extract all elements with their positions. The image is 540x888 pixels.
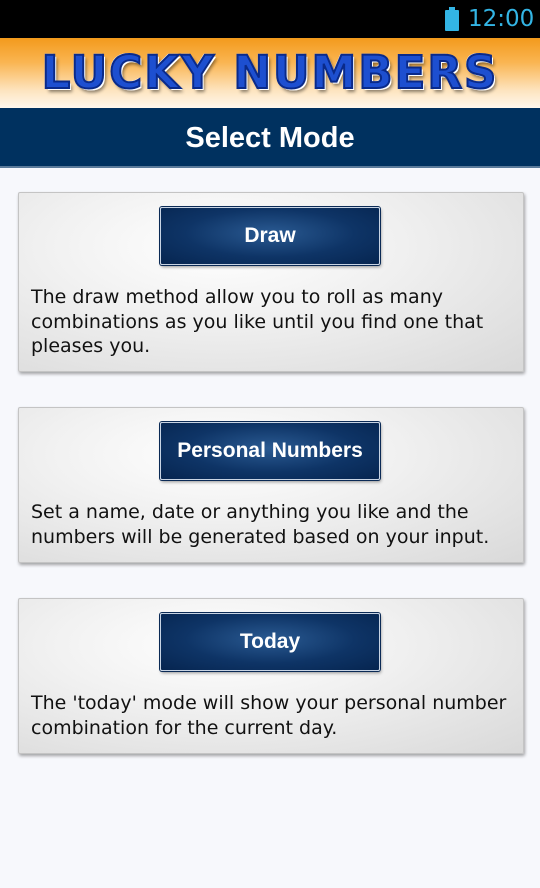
page-title: Select Mode [185, 122, 355, 154]
personal-numbers-button[interactable]: Personal Numbers [160, 422, 380, 480]
page-header: Select Mode [0, 108, 540, 168]
mode-card-draw: Draw The draw method allow you to roll a… [18, 192, 524, 372]
app-logo: LUCKY NUMBERS [41, 45, 499, 100]
today-button[interactable]: Today [160, 613, 380, 671]
app-logo-banner: LUCKY NUMBERS [0, 38, 540, 108]
draw-description: The draw method allow you to roll as man… [31, 286, 484, 357]
status-clock: 12:00 [468, 6, 535, 32]
battery-icon [445, 7, 459, 31]
mode-card-today: Today The 'today' mode will show your pe… [18, 598, 524, 754]
today-description: The 'today' mode will show your personal… [31, 692, 507, 739]
status-bar: 12:00 [0, 0, 540, 38]
personal-numbers-description: Set a name, date or anything you like an… [31, 501, 490, 548]
draw-button[interactable]: Draw [160, 207, 380, 265]
mode-card-personal-numbers: Personal Numbers Set a name, date or any… [18, 407, 524, 563]
